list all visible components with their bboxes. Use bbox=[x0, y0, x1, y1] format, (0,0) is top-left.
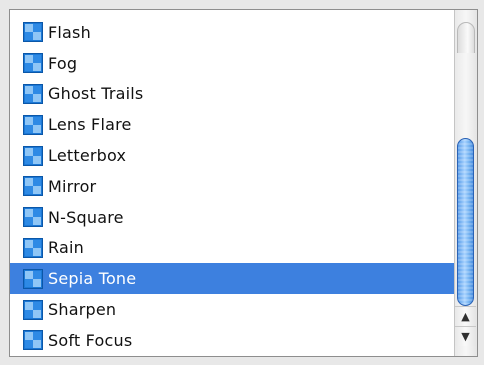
list-item-label: Fog bbox=[48, 53, 78, 73]
effect-icon bbox=[23, 83, 43, 104]
list-item-label: Letterbox bbox=[48, 146, 127, 166]
effects-list: Flash Fog Ghost Trails Lens Flare Letter… bbox=[10, 17, 457, 356]
list-item-lens-flare[interactable]: Lens Flare bbox=[23, 109, 457, 140]
effect-icon bbox=[23, 268, 43, 289]
list-item-label: Sepia Tone bbox=[48, 269, 137, 289]
effects-panel: Flash Fog Ghost Trails Lens Flare Letter… bbox=[0, 0, 484, 365]
vertical-scrollbar[interactable]: ▲ ▼ bbox=[454, 10, 477, 356]
effects-listbox[interactable]: Flash Fog Ghost Trails Lens Flare Letter… bbox=[9, 9, 478, 357]
effect-icon bbox=[23, 176, 43, 197]
list-item-sepia-tone[interactable]: Sepia Tone bbox=[10, 263, 457, 295]
list-item-label: Soft Focus bbox=[48, 330, 133, 350]
list-item-letterbox[interactable]: Letterbox bbox=[23, 140, 457, 171]
list-item-n-square[interactable]: N-Square bbox=[23, 202, 457, 233]
scroll-down-button[interactable]: ▼ bbox=[455, 326, 476, 346]
list-item-rain[interactable]: Rain bbox=[23, 233, 457, 264]
arrow-down-icon: ▼ bbox=[461, 330, 470, 343]
effect-icon bbox=[23, 330, 43, 351]
list-item-sharpen[interactable]: Sharpen bbox=[23, 294, 457, 325]
list-item-label: Lens Flare bbox=[48, 115, 132, 135]
effect-icon bbox=[23, 53, 43, 74]
scroll-up-button[interactable]: ▲ bbox=[455, 306, 476, 326]
list-item-flash[interactable]: Flash bbox=[23, 17, 457, 48]
list-item-fog[interactable]: Fog bbox=[23, 48, 457, 79]
list-item-label: Flash bbox=[48, 22, 91, 42]
effect-icon bbox=[23, 237, 43, 258]
scrollbar-track[interactable] bbox=[457, 22, 475, 53]
list-item-label: N-Square bbox=[48, 207, 124, 227]
effect-icon bbox=[23, 22, 43, 43]
effect-icon bbox=[23, 299, 43, 320]
list-item-label: Rain bbox=[48, 238, 84, 258]
effect-icon bbox=[23, 145, 43, 166]
arrow-up-icon: ▲ bbox=[461, 310, 470, 323]
list-item-label: Mirror bbox=[48, 176, 97, 196]
list-item-label: Sharpen bbox=[48, 300, 117, 320]
list-item-mirror[interactable]: Mirror bbox=[23, 171, 457, 202]
effect-icon bbox=[23, 114, 43, 135]
scrollbar-thumb[interactable] bbox=[457, 138, 474, 306]
list-item-soft-focus[interactable]: Soft Focus bbox=[23, 325, 457, 356]
list-item-label: Ghost Trails bbox=[48, 84, 144, 104]
effect-icon bbox=[23, 207, 43, 228]
list-item-ghost-trails[interactable]: Ghost Trails bbox=[23, 79, 457, 110]
